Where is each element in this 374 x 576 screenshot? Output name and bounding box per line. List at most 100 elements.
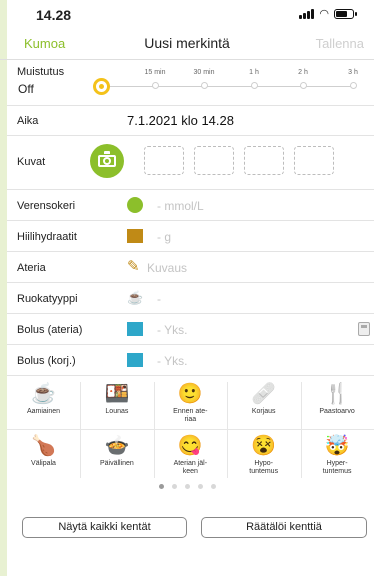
- page-dot[interactable]: [210, 484, 216, 489]
- blood-glucose-input[interactable]: - mmol/L: [157, 199, 204, 213]
- status-bar: 14.28 ◠: [0, 0, 374, 28]
- quick-tag-button[interactable]: 😵 Hypo- tuntemus: [227, 430, 300, 480]
- quick-tag-label: Paastoarvo: [319, 408, 355, 415]
- quick-tag-button[interactable]: 🍗 Välipala: [7, 430, 80, 480]
- hyper-icon: 🤯: [324, 435, 350, 457]
- images-label: Kuvat: [17, 156, 46, 168]
- fasting-icon: 🍴: [324, 383, 350, 405]
- insulin-correction-icon: [127, 353, 143, 367]
- food-type-icon: ☕: [127, 290, 144, 305]
- snack-icon: 🍗: [31, 435, 56, 457]
- quick-tag-button[interactable]: 🩹 Korjaus: [227, 378, 300, 428]
- grid-divider: [80, 382, 82, 478]
- page-dot[interactable]: [171, 484, 177, 489]
- save-button[interactable]: Tallenna: [316, 36, 364, 51]
- reminder-tick-label: 1 h: [249, 69, 259, 76]
- page-dot[interactable]: [158, 484, 164, 489]
- reminder-tick-label: 3 h: [348, 69, 358, 76]
- image-slot[interactable]: [194, 146, 234, 175]
- blood-drop-icon: [127, 197, 143, 213]
- page-dot[interactable]: [184, 484, 190, 489]
- bolus-correction-input[interactable]: - Yks.: [157, 354, 187, 368]
- reminder-row: Muistutus Off 15 min 30 min 1 h 2 h 3 h: [7, 60, 374, 106]
- carbs-row[interactable]: Hiilihydraatit - g: [7, 221, 374, 252]
- bolus-meal-label: Bolus (ateria): [17, 324, 83, 336]
- quick-tag-label: Korjaus: [251, 408, 276, 415]
- page-indicator: [0, 484, 374, 489]
- reminder-tick[interactable]: [251, 82, 258, 89]
- bolus-meal-input[interactable]: - Yks.: [157, 323, 187, 337]
- quick-tag-label: Aamiainen: [26, 408, 61, 415]
- images-row: Kuvat: [7, 136, 374, 190]
- status-time: 14.28: [36, 7, 72, 23]
- nav-bar: Kumoa Uusi merkintä Tallenna: [0, 28, 374, 60]
- quick-tag-button[interactable]: 😋 Aterian jäl- keen: [154, 430, 227, 480]
- food-type-label: Ruokatyyppi: [17, 293, 78, 305]
- time-row[interactable]: Aika 7.1.2021 klo 14.28: [7, 106, 374, 136]
- app-screen: 14.28 ◠ Kumoa Uusi merkintä Tallenna Mui…: [0, 0, 374, 576]
- status-icons: ◠: [299, 8, 357, 20]
- quick-tag-label: Päivällinen: [99, 460, 134, 467]
- customize-fields-button[interactable]: Räätälöi kenttiä: [201, 517, 367, 538]
- reminder-value: Off: [18, 82, 34, 96]
- carbs-input[interactable]: - g: [157, 230, 171, 244]
- carbs-label: Hiilihydraatit: [17, 231, 77, 243]
- window-edge: [0, 0, 7, 576]
- dinner-icon: 🍲: [104, 435, 130, 457]
- meal-label: Ateria: [17, 262, 46, 274]
- blood-glucose-label: Verensokeri: [17, 200, 76, 212]
- quick-tag-label: Välipala: [31, 460, 56, 467]
- quick-tag-label: Hyper- tuntemus: [322, 460, 352, 475]
- food-type-input[interactable]: -: [157, 292, 161, 306]
- breakfast-icon: ☕: [31, 383, 56, 405]
- grid-divider: [227, 382, 229, 478]
- reminder-slider-handle[interactable]: [93, 78, 110, 95]
- reminder-label: Muistutus: [17, 66, 65, 78]
- grid-divider: [153, 382, 155, 478]
- grid-divider: [7, 429, 374, 430]
- bolus-correction-row[interactable]: Bolus (korj.) - Yks.: [7, 345, 374, 376]
- reminder-tick[interactable]: [300, 82, 307, 89]
- correction-icon: 🩹: [251, 383, 277, 405]
- bolus-correction-label: Bolus (korj.): [17, 355, 76, 367]
- reminder-tick-label: 15 min: [144, 69, 166, 76]
- carbs-icon: [127, 229, 143, 243]
- after-meal-icon: 😋: [177, 435, 203, 457]
- time-value[interactable]: 7.1.2021 klo 14.28: [127, 113, 234, 128]
- quick-tag-button[interactable]: 🍱 Lounas: [80, 378, 153, 428]
- meal-note-icon: ✎: [127, 258, 140, 275]
- food-type-row[interactable]: Ruokatyyppi ☕ -: [7, 283, 374, 314]
- insulin-bolus-icon: [127, 322, 143, 336]
- quick-tag-label: Lounas: [105, 408, 129, 415]
- hypo-icon: 😵: [251, 435, 277, 457]
- reminder-tick[interactable]: [201, 82, 208, 89]
- time-label: Aika: [17, 115, 39, 127]
- camera-icon[interactable]: [90, 144, 124, 178]
- image-slot[interactable]: [144, 146, 184, 175]
- show-all-fields-button[interactable]: Näytä kaikki kentät: [22, 517, 187, 538]
- quick-tag-button[interactable]: ☕ Aamiainen: [7, 378, 80, 428]
- image-slot[interactable]: [294, 146, 334, 175]
- calculator-icon[interactable]: [358, 322, 370, 336]
- blood-glucose-row[interactable]: Verensokeri - mmol/L: [7, 190, 374, 221]
- page-dot[interactable]: [197, 484, 203, 489]
- quick-tags-grid: ☕ Aamiainen 🍱 Lounas 🙂 Ennen ate- riaa 🩹 Korjau…: [7, 378, 374, 482]
- grid-divider: [300, 382, 302, 478]
- image-slot[interactable]: [244, 146, 284, 175]
- reminder-slider-track[interactable]: [101, 86, 356, 87]
- reminder-tick-label: 30 min: [193, 69, 215, 76]
- quick-tag-button[interactable]: 🍲 Päivällinen: [80, 430, 153, 480]
- bolus-meal-row[interactable]: Bolus (ateria) - Yks.: [7, 314, 374, 345]
- quick-tag-button[interactable]: 🍴 Paastoarvo: [301, 378, 374, 428]
- before-meal-icon: 🙂: [177, 383, 203, 405]
- quick-tag-label: Hypo- tuntemus: [249, 460, 279, 475]
- quick-tag-button[interactable]: 🙂 Ennen ate- riaa: [154, 378, 227, 428]
- cellular-signal-icon: [299, 9, 315, 19]
- meal-description-input[interactable]: Kuvaus: [147, 261, 187, 275]
- reminder-tick[interactable]: [350, 82, 357, 89]
- quick-tag-button[interactable]: 🤯 Hyper- tuntemus: [301, 430, 374, 480]
- reminder-tick[interactable]: [152, 82, 159, 89]
- reminder-tick-label: 2 h: [298, 69, 308, 76]
- wifi-icon: ◠: [319, 8, 329, 20]
- meal-row[interactable]: Ateria ✎ Kuvaus: [7, 252, 374, 283]
